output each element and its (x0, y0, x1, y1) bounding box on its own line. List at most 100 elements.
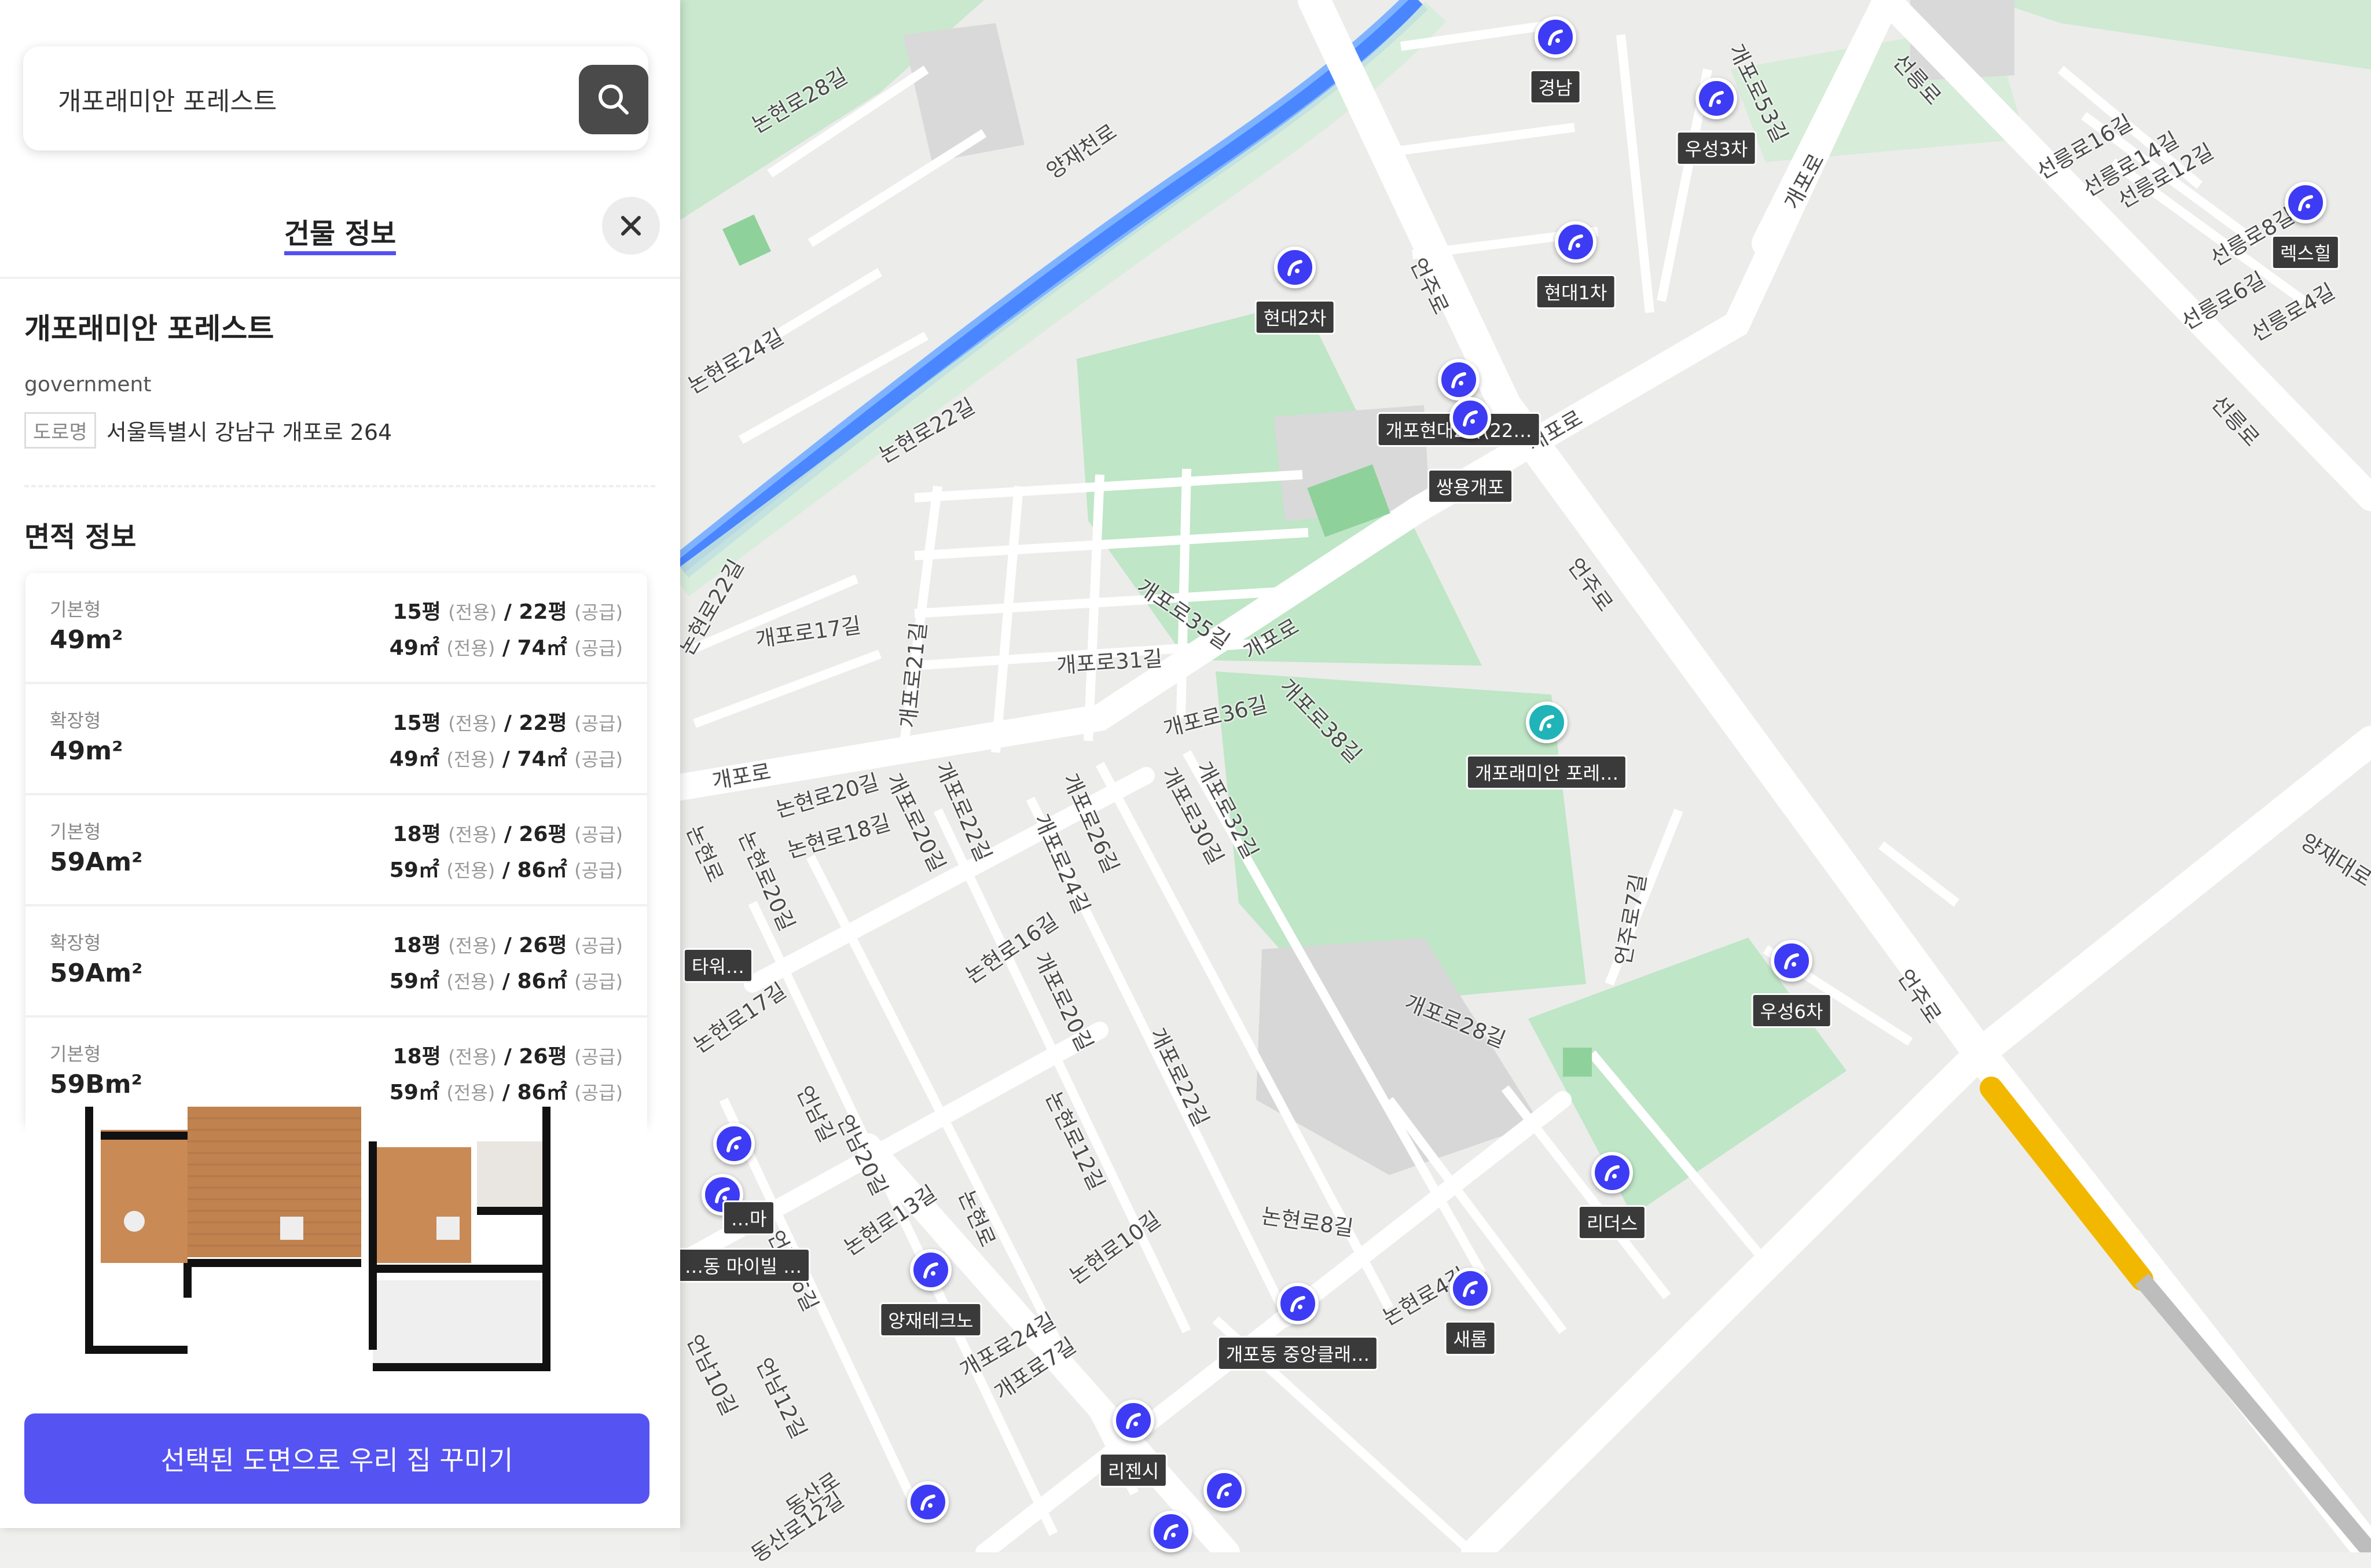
marker-label: 개포래미안 포레… (1466, 755, 1628, 789)
area-type-name: 49m² (50, 625, 123, 655)
exclusive-label: (전용) (448, 935, 497, 957)
area-type-row[interactable]: 확장형 59Am² 18평 (전용) / 26평 (공급) 59㎡ (전용) /… (25, 906, 647, 1018)
apartment-pin-icon (1274, 247, 1316, 288)
exclusive-label: (전용) (446, 1082, 496, 1104)
supply-label: (공급) (574, 935, 623, 957)
area-m2: 49㎡ (전용) / 74㎡ (공급) (389, 636, 623, 660)
marker-label: 양재테크노 (879, 1302, 982, 1337)
supply-label: (공급) (574, 748, 623, 770)
area-type-row[interactable]: 기본형 59Am² 18평 (전용) / 26평 (공급) 59㎡ (전용) /… (25, 795, 647, 906)
decorate-with-floorplan-button[interactable]: 선택된 도면으로 우리 집 꾸미기 (24, 1413, 649, 1504)
area-m2: 49㎡ (전용) / 74㎡ (공급) (389, 747, 623, 771)
area-pyeong: 18평 (전용) / 26평 (공급) (392, 822, 623, 846)
exclusive-label: (전용) (446, 971, 496, 993)
area-pyeong: 15평 (전용) / 22평 (공급) (392, 600, 623, 624)
marker-label: 우성6차 (1751, 993, 1832, 1028)
area-type-name: 59Am² (50, 959, 143, 988)
apartment-pin-icon (1449, 1268, 1491, 1309)
exclusive-label: (전용) (448, 713, 497, 735)
exclusive-label: (전용) (446, 860, 496, 882)
apartment-pin-icon (1526, 702, 1568, 743)
area-type-label: 기본형 (50, 821, 101, 843)
marker-label: 새롬 (1444, 1321, 1496, 1356)
m2-supply: 74㎡ (517, 636, 567, 660)
supply-label: (공급) (574, 860, 623, 882)
marker-label: 현대2차 (1254, 300, 1335, 335)
area-pyeong: 18평 (전용) / 26평 (공급) (392, 934, 623, 957)
area-type-name: 59Am² (50, 847, 143, 877)
apartment-pin-icon (910, 1249, 952, 1291)
search-button[interactable] (579, 65, 648, 134)
exclusive-label: (전용) (448, 1046, 497, 1068)
divider (24, 485, 655, 487)
apartment-pin-icon (1555, 221, 1596, 263)
area-type-row[interactable]: 확장형 49m² 15평 (전용) / 22평 (공급) 49㎡ (전용) / … (25, 684, 647, 795)
m2-supply: 74㎡ (517, 747, 567, 771)
marker-label: 타워… (683, 948, 753, 983)
panel-title-text: 건물 정보 (284, 218, 397, 255)
supply-label: (공급) (574, 1082, 623, 1104)
m2-supply: 86㎡ (517, 970, 567, 993)
area-pyeong: 18평 (전용) / 26평 (공급) (392, 1045, 623, 1068)
marker-label: …동 마이빌 … (676, 1248, 811, 1283)
close-icon (621, 216, 641, 236)
pyeong-exclusive: 15평 (392, 711, 441, 735)
m2-supply: 86㎡ (517, 858, 567, 882)
supply-label: (공급) (574, 824, 623, 846)
marker-label: 개포동 중앙클래… (1217, 1336, 1379, 1371)
building-name: 개포래미안 포레스트 (24, 312, 274, 346)
apartment-pin-icon (1449, 397, 1491, 439)
marker-label: 경남 (1529, 69, 1581, 104)
exclusive-label: (전용) (448, 601, 497, 623)
marker-label: 렉스힐 (2271, 235, 2340, 270)
pyeong-exclusive: 18평 (392, 1045, 441, 1068)
area-pyeong: 15평 (전용) / 22평 (공급) (392, 711, 623, 735)
exclusive-label: (전용) (446, 748, 496, 770)
pyeong-supply: 26평 (519, 934, 567, 957)
m2-exclusive: 59㎡ (389, 1081, 439, 1104)
pyeong-exclusive: 18평 (392, 934, 441, 957)
marker-label: 쌍용개포 (1427, 469, 1513, 504)
m2-exclusive: 59㎡ (389, 858, 439, 882)
apartment-pin-icon (1277, 1283, 1319, 1324)
address-type-tag: 도로명 (24, 412, 96, 449)
panel-title: 건물 정보 (0, 211, 680, 255)
apartment-pin-icon (713, 1123, 755, 1165)
apartment-pin-icon (1438, 359, 1480, 401)
area-section-title: 면적 정보 (24, 521, 137, 553)
exclusive-label: (전용) (446, 637, 496, 659)
supply-label: (공급) (574, 971, 623, 993)
supply-label: (공급) (574, 637, 623, 659)
marker-label: …마 (722, 1200, 776, 1235)
apartment-pin-icon (1203, 1470, 1245, 1511)
floor-plan-image (25, 1107, 647, 1385)
search-bar (23, 46, 648, 150)
building-info-panel: 건물 정보 개포래미안 포레스트 government 도로명 서울특별시 강남… (0, 0, 680, 1528)
close-button[interactable] (602, 197, 660, 255)
pyeong-exclusive: 18평 (392, 822, 441, 846)
marker-label: 현대1차 (1535, 274, 1616, 309)
apartment-pin-icon (2285, 182, 2326, 223)
apartment-pin-icon (1695, 78, 1737, 119)
supply-label: (공급) (574, 713, 623, 735)
area-m2: 59㎡ (전용) / 86㎡ (공급) (389, 858, 623, 882)
area-type-name: 49m² (50, 736, 123, 766)
apartment-pin-icon (1591, 1152, 1633, 1194)
m2-exclusive: 59㎡ (389, 970, 439, 993)
m2-exclusive: 49㎡ (389, 636, 439, 660)
apartment-pin-icon (1113, 1400, 1154, 1441)
panel-header: 건물 정보 (0, 184, 680, 279)
area-type-row[interactable]: 기본형 49m² 15평 (전용) / 22평 (공급) 49㎡ (전용) / … (25, 573, 647, 684)
pyeong-supply: 26평 (519, 1045, 567, 1068)
pyeong-supply: 22평 (519, 600, 567, 624)
exclusive-label: (전용) (448, 824, 497, 846)
supply-label: (공급) (574, 1046, 623, 1068)
area-type-name: 59Bm² (50, 1070, 142, 1099)
address-row: 도로명 서울특별시 강남구 개포로 264 (24, 412, 392, 449)
m2-exclusive: 49㎡ (389, 747, 439, 771)
marker-label: 리젠시 (1099, 1453, 1168, 1488)
supply-label: (공급) (574, 601, 623, 623)
apartment-pin-icon (1535, 16, 1576, 58)
area-type-label: 확장형 (50, 710, 101, 732)
search-input[interactable] (57, 78, 557, 120)
